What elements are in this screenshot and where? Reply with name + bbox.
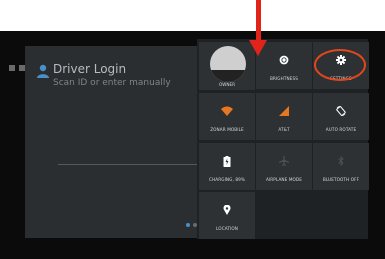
wifi-tile[interactable]: ZONAR MOBILE [199, 93, 255, 140]
login-title: Driver Login [53, 62, 127, 76]
avatar [210, 46, 246, 82]
cellular-tile[interactable]: AT&T [256, 93, 312, 140]
location-label: LOCATION [216, 226, 238, 231]
settings-highlight-circle [314, 49, 366, 81]
login-subtitle: Scan ID or enter manually [53, 78, 171, 88]
airplane-icon [279, 156, 289, 166]
cellular-label: AT&T [278, 127, 290, 132]
brightness-icon [279, 55, 289, 65]
bluetooth-tile[interactable]: BLUETOOTH OFF [313, 143, 369, 190]
location-tile[interactable]: LOCATION [199, 192, 255, 239]
bluetooth-label: BLUETOOTH OFF [322, 177, 360, 182]
rotate-icon [336, 106, 346, 116]
auto-rotate-label: AUTO ROTATE [325, 127, 357, 132]
bluetooth-icon [338, 156, 344, 166]
auto-rotate-tile[interactable]: AUTO ROTATE [313, 93, 369, 140]
owner-tile[interactable]: OWNER [199, 42, 255, 90]
battery-icon [223, 156, 231, 167]
notification-icon [9, 65, 15, 71]
location-pin-icon [223, 205, 231, 215]
annotation-arrow-shaft [256, 0, 261, 42]
battery-label: CHARGING, 89% [209, 177, 245, 182]
brightness-label: BRIGHTNESS [269, 76, 299, 81]
airplane-mode-label: AIRPLANE MODE [265, 177, 303, 182]
wifi-label: ZONAR MOBILE [210, 127, 244, 132]
owner-label: OWNER [218, 82, 236, 87]
airplane-mode-tile[interactable]: AIRPLANE MODE [256, 143, 312, 190]
page-indicator-active [186, 223, 190, 227]
id-input-underline[interactable] [58, 164, 198, 165]
wifi-icon [221, 106, 233, 116]
battery-tile[interactable]: CHARGING, 89% [199, 143, 255, 190]
annotation-arrow-head [249, 40, 267, 56]
signal-icon [279, 106, 289, 116]
person-icon [37, 64, 49, 78]
